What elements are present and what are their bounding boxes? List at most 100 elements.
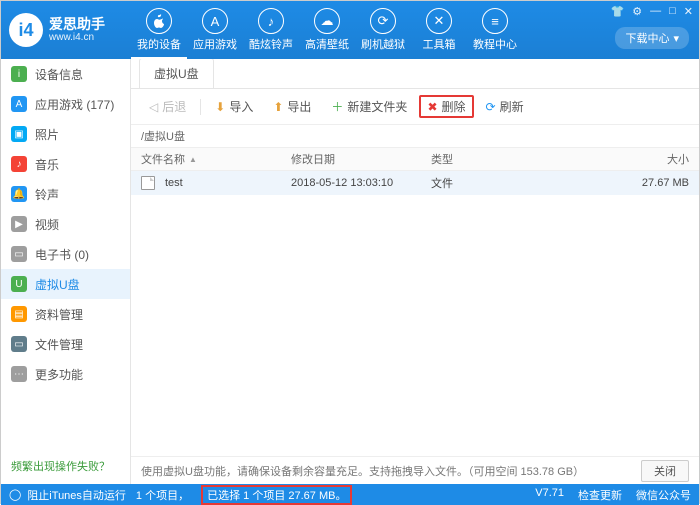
sidebar-item[interactable]: ▭ 电子书 (0) <box>1 239 130 269</box>
top-nav-icon: ≡ <box>482 8 508 34</box>
itunes-block-icon[interactable]: ◯ <box>9 488 21 501</box>
status-count: 1 个项目， <box>136 487 189 503</box>
close-button[interactable]: ✕ <box>684 5 693 18</box>
sidebar-item-icon: A <box>11 96 27 112</box>
sidebar-item-label: 虚拟U盘 <box>35 276 80 293</box>
hint-text: 使用虚拟U盘功能，请确保设备剩余容量充足。支持拖拽导入文件。（可用空间 153.… <box>141 463 584 479</box>
top-nav-item[interactable]: ⟳刷机越狱 <box>355 1 411 59</box>
sidebar-item[interactable]: ▤ 资料管理 <box>1 299 130 329</box>
top-nav-item[interactable]: ☁ 高清壁纸 <box>299 1 355 59</box>
logo-area: i4 爱思助手 www.i4.cn <box>1 1 131 59</box>
sidebar-item-icon: i <box>11 66 27 82</box>
check-update-button[interactable]: 检查更新 <box>578 487 622 503</box>
col-name[interactable]: 文件名称 ▲ <box>141 151 291 167</box>
import-button[interactable]: ⬇ 导入 <box>207 95 261 118</box>
sidebar-item-icon: ▶ <box>11 216 27 232</box>
col-date[interactable]: 修改日期 <box>291 151 431 167</box>
sidebar-item-label: 资料管理 <box>35 306 83 323</box>
file-table: 文件名称 ▲ 修改日期 类型 大小 test 2018-05-12 13:03:… <box>131 147 699 456</box>
sidebar-item-icon: ▭ <box>11 336 27 352</box>
status-selected: 已选择 1 个项目 27.67 MB。 <box>201 485 352 505</box>
sidebar-item[interactable]: i设备信息 <box>1 59 130 89</box>
col-type[interactable]: 类型 <box>431 151 511 167</box>
col-size[interactable]: 大小 <box>511 151 689 167</box>
settings-icon[interactable]: ⚙ <box>632 5 642 18</box>
help-link[interactable]: 频繁出现操作失败？ <box>11 461 110 473</box>
sidebar-item[interactable]: ▣照片 <box>1 119 130 149</box>
sidebar-item[interactable]: A 应用游戏 (177) <box>1 89 130 119</box>
top-nav-item[interactable]: ♪酷炫铃声 <box>243 1 299 59</box>
itunes-block-label[interactable]: 阻止iTunes自动运行 <box>27 487 126 503</box>
tab-bar: 虚拟U盘 <box>131 59 699 89</box>
sidebar-item-icon: ▤ <box>11 306 27 322</box>
export-label: 导出 <box>287 98 311 115</box>
delete-icon: ✖ <box>427 100 437 114</box>
back-icon: ◁ <box>149 100 158 114</box>
sidebar-item[interactable]: ▶视频 <box>1 209 130 239</box>
sidebar-item-icon: ▭ <box>11 246 27 262</box>
main-panel: 虚拟U盘 ◁ 后退 ⬇ 导入 ⬆ 导出 ＋ 新建文件夹 ✖ 删除 <box>131 59 699 484</box>
close-panel-button[interactable]: 关闭 <box>641 460 689 482</box>
maximize-button[interactable]: □ <box>669 5 676 18</box>
sidebar-item-label: 音乐 <box>35 156 59 173</box>
file-name: test <box>165 177 183 189</box>
sidebar-item[interactable]: ♪音乐 <box>1 149 130 179</box>
sidebar-item-label: 文件管理 <box>35 336 83 353</box>
wechat-button[interactable]: 微信公众号 <box>636 487 691 503</box>
top-nav-item[interactable]: ≡教程中心 <box>467 1 523 59</box>
sort-asc-icon: ▲ <box>189 155 197 164</box>
top-nav-icon <box>146 8 172 34</box>
skin-icon[interactable]: 👕 <box>611 5 625 18</box>
export-button[interactable]: ⬆ 导出 <box>265 95 319 118</box>
top-nav-icon: ☁ <box>314 8 340 34</box>
table-row[interactable]: test 2018-05-12 13:03:10 文件 27.67 MB <box>131 171 699 195</box>
top-nav-icon: ⟳ <box>370 8 396 34</box>
file-date: 2018-05-12 13:03:10 <box>291 177 431 189</box>
refresh-button[interactable]: ⟳ 刷新 <box>478 95 532 118</box>
app-url: www.i4.cn <box>49 32 105 43</box>
top-nav-item[interactable]: ✕工具箱 <box>411 1 467 59</box>
top-nav-label: 我的设备 <box>137 36 181 52</box>
delete-button[interactable]: ✖ 删除 <box>419 95 473 118</box>
version-label: V7.71 <box>535 487 564 503</box>
hint-bar: 使用虚拟U盘功能，请确保设备剩余容量充足。支持拖拽导入文件。（可用空间 153.… <box>131 456 699 484</box>
minimize-button[interactable]: — <box>650 5 661 18</box>
sidebar-item-icon: 🔔 <box>11 186 27 202</box>
breadcrumb: /虚拟U盘 <box>131 125 699 147</box>
file-size: 27.67 MB <box>511 177 689 189</box>
table-header: 文件名称 ▲ 修改日期 类型 大小 <box>131 147 699 171</box>
sidebar: i设备信息 A 应用游戏 (177) ▣照片♪音乐🔔铃声▶视频 ▭ 电子书 (0) U虚拟U… <box>1 59 131 484</box>
sidebar-item[interactable]: ▭ 文件管理 <box>1 329 130 359</box>
top-nav-label: 高清壁纸 <box>305 36 349 52</box>
status-bar: ◯ 阻止iTunes自动运行 1 个项目， 已选择 1 个项目 27.67 MB… <box>1 484 699 505</box>
separator <box>200 99 201 115</box>
back-button: ◁ 后退 <box>141 95 194 118</box>
import-label: 导入 <box>229 98 253 115</box>
sidebar-item[interactable]: 🔔铃声 <box>1 179 130 209</box>
top-nav-label: 酷炫铃声 <box>249 36 293 52</box>
sidebar-item[interactable]: ⋯ 更多功能 <box>1 359 130 389</box>
toolbar: ◁ 后退 ⬇ 导入 ⬆ 导出 ＋ 新建文件夹 ✖ 删除 ⟳ 刷新 <box>131 89 699 125</box>
sidebar-item[interactable]: U虚拟U盘 <box>1 269 130 299</box>
top-nav-label: 工具箱 <box>423 36 456 52</box>
sidebar-item-icon: ⋯ <box>11 366 27 382</box>
export-icon: ⬆ <box>273 100 283 114</box>
new-folder-label: 新建文件夹 <box>347 98 407 115</box>
download-center-label: 下载中心 <box>625 30 669 46</box>
sidebar-item-label: 更多功能 <box>35 366 83 383</box>
top-nav-item[interactable]: 我的设备 <box>131 1 187 59</box>
top-nav: 我的设备 A 应用游戏 ♪酷炫铃声 ☁ 高清壁纸 ⟳刷机越狱✕工具箱≡教程中心 <box>131 1 523 59</box>
new-folder-button[interactable]: ＋ 新建文件夹 <box>323 95 415 118</box>
file-icon <box>141 176 155 190</box>
top-nav-item[interactable]: A 应用游戏 <box>187 1 243 59</box>
app-header: i4 爱思助手 www.i4.cn 我的设备 A 应用游戏 ♪酷炫铃声 ☁ 高清壁纸 ⟳刷机… <box>1 1 699 59</box>
sidebar-item-label: 电子书 (0) <box>35 246 89 263</box>
top-nav-label: 应用游戏 <box>193 36 237 52</box>
download-center-button[interactable]: 下载中心 ▾ <box>615 27 689 49</box>
sidebar-item-label: 照片 <box>35 126 59 143</box>
delete-label: 删除 <box>442 98 466 115</box>
tab-virtual-udisk[interactable]: 虚拟U盘 <box>139 58 214 88</box>
import-icon: ⬇ <box>215 100 225 114</box>
top-nav-icon: A <box>202 8 228 34</box>
sidebar-item-label: 应用游戏 (177) <box>35 96 114 113</box>
